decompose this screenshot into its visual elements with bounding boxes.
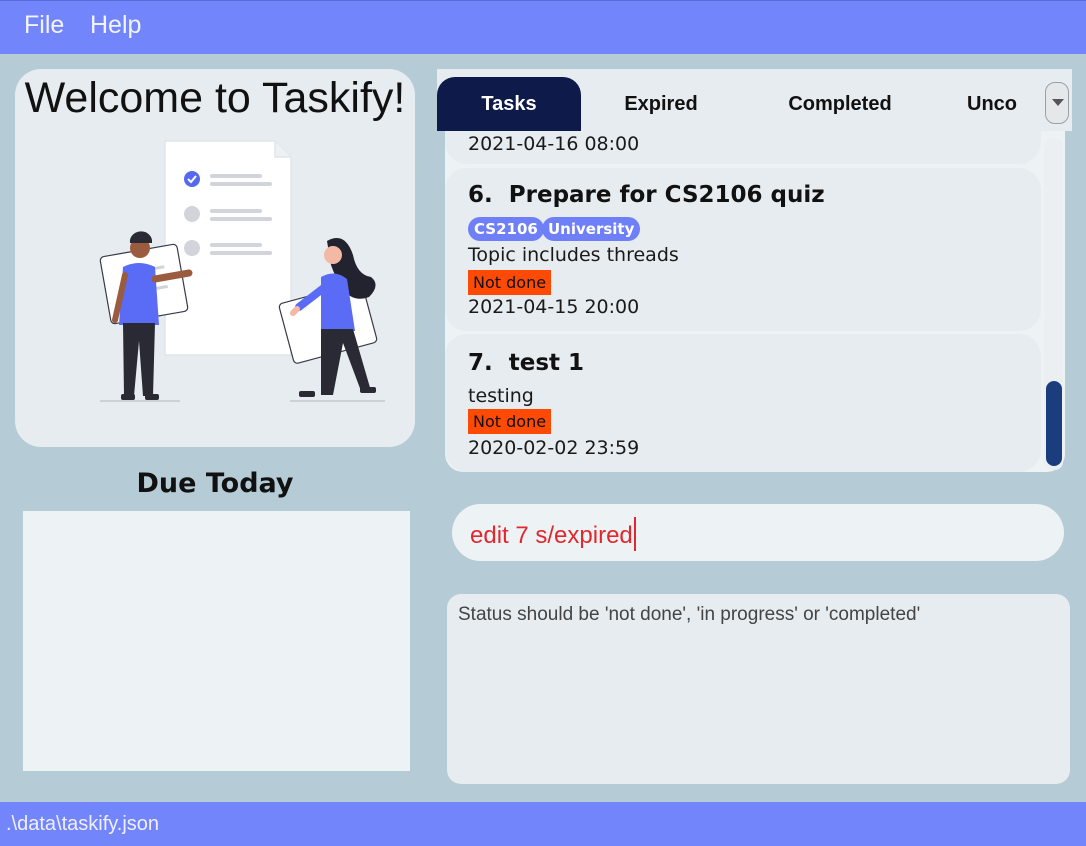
task-card[interactable]: 6. Prepare for CS2106 quiz CS2106 Univer… [445,168,1041,331]
task-card[interactable]: 7. test 1 testing Not done 2020-02-02 23… [445,334,1041,472]
status-bar: .\data\taskify.json [0,802,1086,846]
status-badge: Not done [468,409,552,434]
tab-tasks[interactable]: Tasks [437,77,581,131]
chevron-down-icon [1052,99,1064,106]
tab-bar: Tasks Expired Completed Unco [437,69,1072,131]
data-file-path: .\data\taskify.json [6,813,160,835]
task-deadline: 2021-04-16 08:00 [468,133,640,155]
tab-uncompleted[interactable]: Unco [967,77,1045,131]
task-title: 6. Prepare for CS2106 quiz [468,182,825,208]
task-title: 7. test 1 [468,350,584,376]
task-deadline: 2020-02-02 23:59 [468,437,640,459]
tab-completed[interactable]: Completed [747,77,933,131]
task-deadline: 2021-04-15 20:00 [468,296,640,318]
due-today-title: Due Today [136,468,294,499]
task-description: Topic includes threads [468,244,679,266]
task-tag: CS2106 [468,217,544,241]
welcome-title: Welcome to Taskify! [24,74,406,122]
welcome-card: Welcome to Taskify! [15,69,415,447]
task-name: test 1 [508,350,585,376]
task-index: 6. [468,182,493,208]
command-input-text: edit 7 s/expired [470,517,636,551]
menu-file[interactable]: File [24,11,64,40]
task-list[interactable]: 2021-04-16 08:00 6. Prepare for CS2106 q… [445,131,1065,472]
text-caret [633,517,636,551]
tab-overflow-dropdown[interactable] [1045,82,1069,124]
task-card[interactable]: 2021-04-16 08:00 [445,131,1041,164]
result-display[interactable]: Status should be 'not done', 'in progres… [447,594,1070,784]
status-badge: Not done [468,270,552,295]
task-name: Prepare for CS2106 quiz [508,182,825,208]
task-index: 7. [468,350,493,376]
task-tag: University [542,217,641,241]
due-today-list [23,511,410,771]
command-input[interactable]: edit 7 s/expired [452,504,1064,561]
task-description: testing [468,385,534,407]
tab-expired[interactable]: Expired [587,77,735,131]
result-message: Status should be 'not done', 'in progres… [458,604,921,625]
menu-help[interactable]: Help [90,11,141,40]
task-list-illustration [99,140,385,402]
menu-bar: File Help [0,0,1086,54]
task-list-scroll-thumb[interactable] [1046,381,1062,466]
